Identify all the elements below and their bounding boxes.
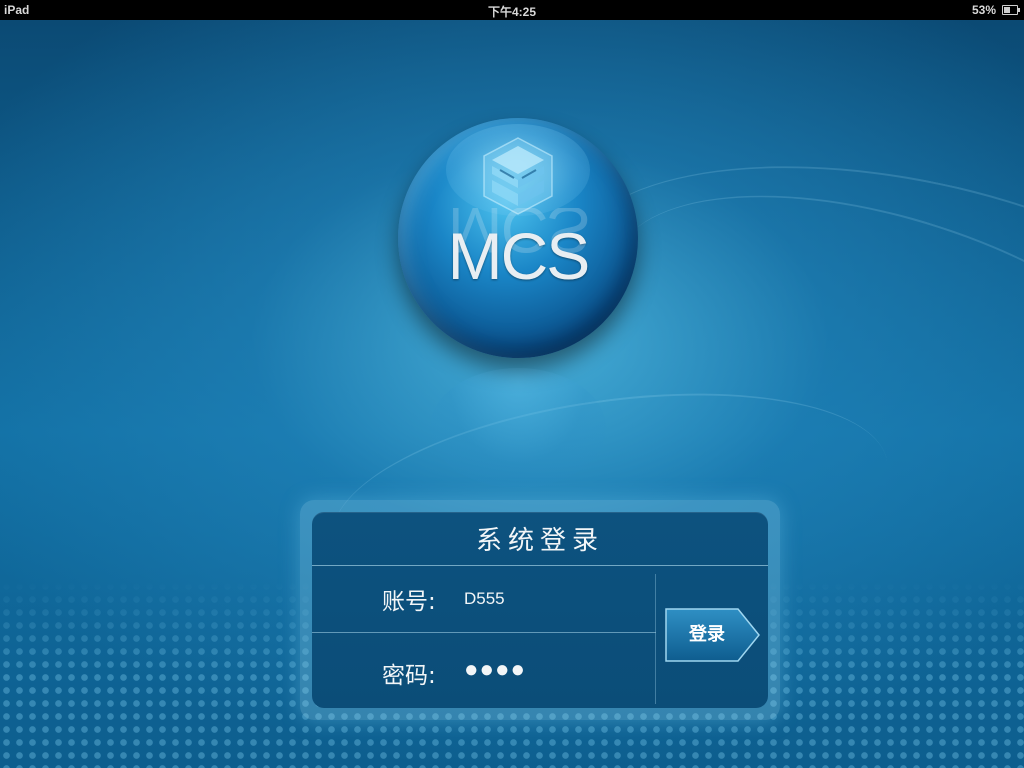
title-divider xyxy=(312,565,768,566)
field-divider xyxy=(312,632,656,633)
login-title: 系统登录 xyxy=(475,526,604,556)
password-label: 密码: xyxy=(382,663,436,689)
account-input[interactable] xyxy=(464,584,644,614)
login-button-label: 登录 xyxy=(689,624,725,645)
mcs-logo-icon xyxy=(483,137,553,215)
login-panel: 系统登录 账号: 密码: ●●●● 登录 xyxy=(300,500,780,720)
login-button[interactable]: 登录 xyxy=(664,607,762,663)
battery-icon xyxy=(1002,5,1020,15)
password-input[interactable]: ●●●● xyxy=(464,655,644,685)
clock: 下午4:25 xyxy=(487,5,537,19)
account-label: 账号: xyxy=(382,589,436,615)
battery-percent: 53% xyxy=(971,3,996,17)
logo-reflection-glow xyxy=(430,368,606,488)
status-bar: iPad 下午4:25 53% xyxy=(0,0,1024,20)
logo-text-reflection: MCS xyxy=(447,208,589,267)
button-divider xyxy=(655,574,656,704)
login-panel-inner: 系统登录 账号: 密码: ●●●● 登录 xyxy=(312,512,768,708)
mcs-logo: MCS MCS xyxy=(398,118,638,358)
